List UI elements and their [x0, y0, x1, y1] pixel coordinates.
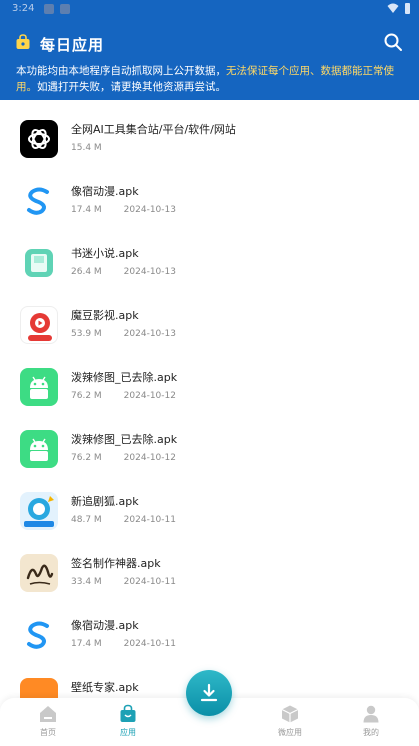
nav-micro-apps[interactable]: 微应用 — [260, 704, 320, 742]
app-name: 魔豆影视.apk — [71, 309, 139, 322]
list-item[interactable]: 泼辣修图_已去除.apk 76.2 M 2024-10-12 — [0, 356, 419, 418]
app-date: 2024-10-11 — [123, 639, 176, 649]
s-logo-icon — [20, 616, 58, 654]
app-date: 2024-10-13 — [123, 267, 176, 277]
app-size: 33.4 M — [71, 577, 102, 587]
list-item[interactable]: 书迷小说.apk 26.4 M 2024-10-13 — [0, 232, 419, 294]
app-name: 壁纸专家.apk — [71, 681, 139, 694]
openai-icon — [20, 120, 58, 158]
download-icon — [200, 683, 218, 702]
app-name: 新追剧狐.apk — [71, 495, 139, 508]
shopping-bag-icon — [16, 34, 30, 49]
screen: 3:24 每日应用 本功能均由本地程序自动抓取网上公开数据，无法保证每个应用、数… — [0, 0, 419, 746]
wifi-icon — [387, 3, 399, 13]
status-time: 3:24 — [12, 3, 35, 14]
app-name: 书迷小说.apk — [71, 247, 139, 260]
nav-mine-label: 我的 — [363, 728, 379, 737]
list-item[interactable]: 泼辣修图_已去除.apk 76.2 M 2024-10-12 — [0, 418, 419, 480]
app-size: 48.7 M — [71, 515, 102, 525]
app-size: 26.4 M — [71, 267, 102, 277]
list-item[interactable]: 像宿动漫.apk 17.4 M 2024-10-13 — [0, 170, 419, 232]
s-logo-icon — [20, 182, 58, 220]
app-name: 签名制作神器.apk — [71, 557, 161, 570]
nav-apps[interactable]: 应用 — [98, 704, 158, 742]
android-icon — [20, 368, 58, 406]
app-name: 像宿动漫.apk — [71, 185, 139, 198]
battery-icon — [405, 3, 410, 14]
nav-micro-apps-label: 微应用 — [278, 728, 302, 737]
app-meta: 53.9 M 2024-10-13 — [71, 329, 176, 339]
app-meta: 17.4 M 2024-10-11 — [71, 639, 176, 649]
app-meta: 15.4 M — [71, 143, 124, 153]
app-size: 15.4 M — [71, 143, 102, 153]
android-icon — [20, 430, 58, 468]
list-item[interactable]: 魔豆影视.apk 53.9 M 2024-10-13 — [0, 294, 419, 356]
fox-icon — [20, 492, 58, 530]
cube-icon — [281, 705, 299, 723]
nav-home[interactable]: 首页 — [18, 704, 78, 742]
app-name: 全网AI工具集合站/平台/软件/网站 — [71, 123, 236, 136]
app-date: 2024-10-12 — [123, 453, 176, 463]
nav-mine[interactable]: 我的 — [341, 704, 401, 742]
app-header: 每日应用 本功能均由本地程序自动抓取网上公开数据，无法保证每个应用、数据都能正常… — [0, 20, 419, 100]
app-date: 2024-10-12 — [123, 391, 176, 401]
app-meta: 48.7 M 2024-10-11 — [71, 515, 176, 525]
app-meta: 76.2 M 2024-10-12 — [71, 453, 176, 463]
list-item[interactable]: 新追剧狐.apk 48.7 M 2024-10-11 — [0, 480, 419, 542]
app-name: 泼辣修图_已去除.apk — [71, 371, 178, 384]
app-date: 2024-10-13 — [123, 329, 176, 339]
app-date: 2024-10-11 — [123, 577, 176, 587]
app-size: 17.4 M — [71, 639, 102, 649]
app-name: 像宿动漫.apk — [71, 619, 139, 632]
search-icon[interactable] — [383, 32, 403, 52]
status-bar: 3:24 — [0, 0, 419, 20]
download-button[interactable] — [186, 670, 232, 716]
notification-icon — [60, 4, 70, 14]
app-meta: 26.4 M 2024-10-13 — [71, 267, 176, 277]
notice-text: 本功能均由本地程序自动抓取网上公开数据，无法保证每个应用、数据都能正常使用。如遇… — [16, 63, 408, 95]
app-meta: 33.4 M 2024-10-11 — [71, 577, 176, 587]
app-date: 2024-10-13 — [123, 205, 176, 215]
list-item[interactable]: 像宿动漫.apk 17.4 M 2024-10-11 — [0, 604, 419, 666]
video-icon — [20, 306, 58, 344]
notice-normal: 本功能均由本地程序自动抓取网上公开数据， — [16, 65, 226, 77]
notice-tail: 如遇打开失败，请更换其他资源再尝试。 — [37, 81, 226, 93]
nav-apps-label: 应用 — [120, 728, 136, 737]
app-size: 76.2 M — [71, 391, 102, 401]
app-size: 53.9 M — [71, 329, 102, 339]
app-meta: 17.4 M 2024-10-13 — [71, 205, 176, 215]
nav-home-label: 首页 — [40, 728, 56, 737]
list-item[interactable]: 签名制作神器.apk 33.4 M 2024-10-11 — [0, 542, 419, 604]
app-date: 2024-10-11 — [123, 515, 176, 525]
shopping-bag-icon — [120, 704, 136, 722]
app-meta: 76.2 M 2024-10-12 — [71, 391, 176, 401]
app-name: 泼辣修图_已去除.apk — [71, 433, 178, 446]
home-icon — [40, 706, 56, 722]
app-size: 17.4 M — [71, 205, 102, 215]
list-item[interactable]: 全网AI工具集合站/平台/软件/网站 15.4 M — [0, 108, 419, 170]
user-icon — [363, 705, 379, 723]
app-size: 76.2 M — [71, 453, 102, 463]
page-title: 每日应用 — [40, 36, 105, 54]
book-icon — [20, 244, 58, 282]
app-list: 全网AI工具集合站/平台/软件/网站 15.4 M 像宿动漫.apk 17.4 … — [0, 100, 419, 706]
notification-icon — [44, 4, 54, 14]
signature-icon — [20, 554, 58, 592]
